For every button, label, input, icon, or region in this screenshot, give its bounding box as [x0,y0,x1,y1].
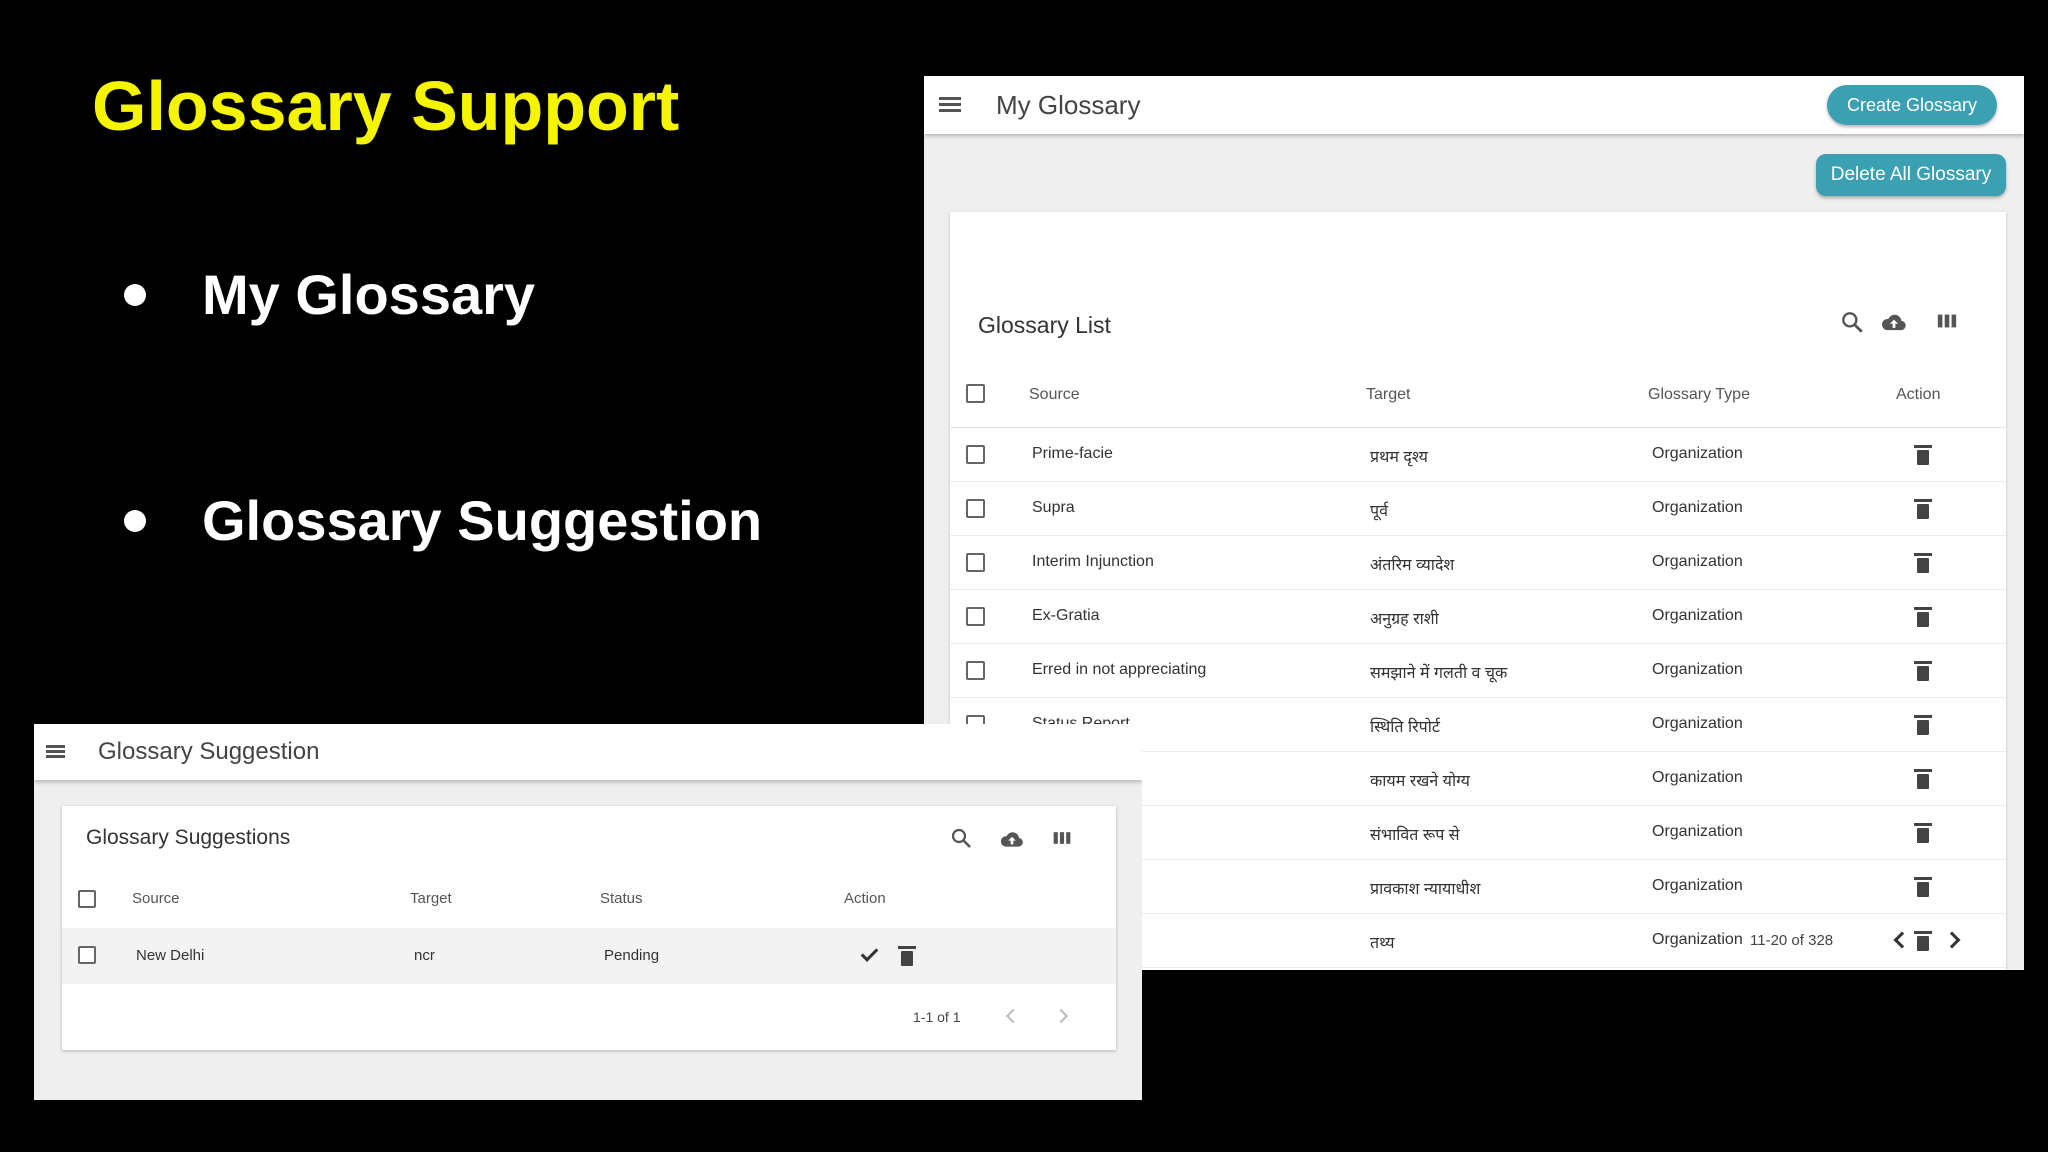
column-header-action: Action [844,890,886,907]
cell-source: Ex-Gratia [1032,607,1100,624]
delete-icon[interactable] [1914,553,1932,573]
column-header-target[interactable]: Target [1366,386,1410,404]
cell-target: ncr [414,947,435,964]
cell-target: अंतरिम व्यादेश [1370,557,1455,574]
table-row: Prime-facie प्रथम दृश्य Organization [950,428,2006,482]
bullet-dot [124,509,146,532]
delete-icon[interactable] [1914,445,1932,465]
cell-target: तथ्य [1370,935,1395,952]
bullet-dot [124,283,146,306]
chevron-left-icon[interactable] [1005,1008,1021,1024]
slide-title: Glossary Support [92,67,680,145]
pagination-label: 1-1 of 1 [913,1009,961,1025]
search-icon[interactable] [1839,309,1865,335]
search-icon[interactable] [949,826,973,850]
column-header-glossary-type[interactable]: Glossary Type [1648,386,1750,404]
cell-glossary-type: Organization [1652,661,1743,678]
row-checkbox[interactable] [78,946,96,964]
delete-icon[interactable] [1914,877,1932,897]
glossary-suggestions-card: Glossary Suggestions Source Target Statu… [62,806,1116,1050]
bullet-my-glossary: My Glossary [124,262,535,327]
row-checkbox[interactable] [966,553,985,572]
column-header-action: Action [1896,386,1941,403]
cell-glossary-type: Organization [1652,823,1743,840]
cell-status: Pending [604,947,660,964]
column-header-target[interactable]: Target [410,890,452,907]
create-glossary-button[interactable]: Create Glossary [1827,85,1997,125]
cell-source: Interim Injunction [1032,553,1154,570]
cell-glossary-type: Organization [1652,499,1743,516]
cell-target: अनुग्रह राशी [1370,611,1439,628]
cell-target: कायम रखने योग्य [1370,773,1470,790]
column-header-status[interactable]: Status [600,890,643,907]
select-all-checkbox[interactable] [78,890,96,908]
cell-glossary-type: Organization [1652,715,1743,732]
row-checkbox[interactable] [966,607,985,626]
page-title: My Glossary [996,90,1141,120]
cell-glossary-type: Organization [1652,607,1743,624]
delete-icon[interactable] [1914,823,1932,843]
cell-target: समझाने में गलती व चूक [1370,665,1508,682]
cell-glossary-type: Organization [1652,553,1743,570]
cell-glossary-type: Organization [1652,769,1743,786]
card-title: Glossary List [978,312,1111,338]
glossary-suggestion-window: Glossary Suggestion Glossary Suggestions… [34,724,1142,1100]
pagination-label: 11-20 of 328 [1750,932,1834,949]
row-checkbox[interactable] [966,445,985,464]
cell-source: Erred in not appreciating [1032,661,1207,678]
row-checkbox[interactable] [966,499,985,518]
table-header-row: Source Target Status Action [62,866,1116,928]
cloud-upload-icon[interactable] [1879,308,1909,336]
table-row: New Delhi ncr Pending [62,928,1116,984]
cell-target: प्रावकाश न्यायाधीश [1370,881,1481,898]
delete-all-glossary-button[interactable]: Delete All Glossary [1816,154,2006,196]
cell-glossary-type: Organization [1652,877,1743,894]
table-header-row: Source Target Glossary Type Action [950,360,2006,428]
app-header: My Glossary Create Glossary [924,76,2024,134]
column-header-source[interactable]: Source [132,890,180,907]
menu-icon[interactable] [939,97,961,113]
delete-icon[interactable] [1914,931,1932,951]
delete-icon[interactable] [1914,661,1932,681]
cell-target: संभावित रूप से [1370,827,1460,844]
view-column-icon[interactable] [1935,310,1959,332]
select-all-checkbox[interactable] [966,384,985,403]
cell-source: Supra [1032,499,1075,516]
card-title: Glossary Suggestions [86,826,291,849]
cell-glossary-type: Organization [1652,445,1743,462]
cell-target: स्थिति रिपोर्ट [1370,719,1440,736]
row-checkbox[interactable] [966,661,985,680]
menu-icon[interactable] [46,745,65,759]
column-header-source[interactable]: Source [1029,386,1080,404]
bullet-text: Glossary Suggestion [202,489,763,552]
table-row: Erred in not appreciating समझाने में गलती… [950,644,2006,698]
delete-icon[interactable] [898,946,916,966]
table-row: Ex-Gratia अनुग्रह राशी Organization [950,590,2006,644]
view-column-icon[interactable] [1051,828,1073,848]
bullet-text: My Glossary [202,263,536,326]
table-row: Interim Injunction अंतरिम व्यादेश Organiza… [950,536,2006,590]
cell-source: Prime-facie [1032,445,1113,462]
delete-icon[interactable] [1914,607,1932,627]
delete-icon[interactable] [1914,499,1932,519]
approve-check-icon[interactable] [860,944,879,962]
cell-glossary-type: Organization [1652,931,1743,948]
cell-source: New Delhi [136,947,205,964]
app-header: Glossary Suggestion [34,724,1142,780]
cloud-upload-icon[interactable] [998,826,1026,852]
cell-target: प्रथम दृश्य [1370,449,1428,466]
table-row: Supra पूर्व Organization [950,482,2006,536]
delete-icon[interactable] [1914,769,1932,789]
page-title: Glossary Suggestion [98,738,320,765]
delete-icon[interactable] [1914,715,1932,735]
cell-target: पूर्व [1370,503,1388,520]
bullet-glossary-suggestion: Glossary Suggestion [124,488,762,553]
chevron-right-icon[interactable] [1053,1008,1069,1024]
